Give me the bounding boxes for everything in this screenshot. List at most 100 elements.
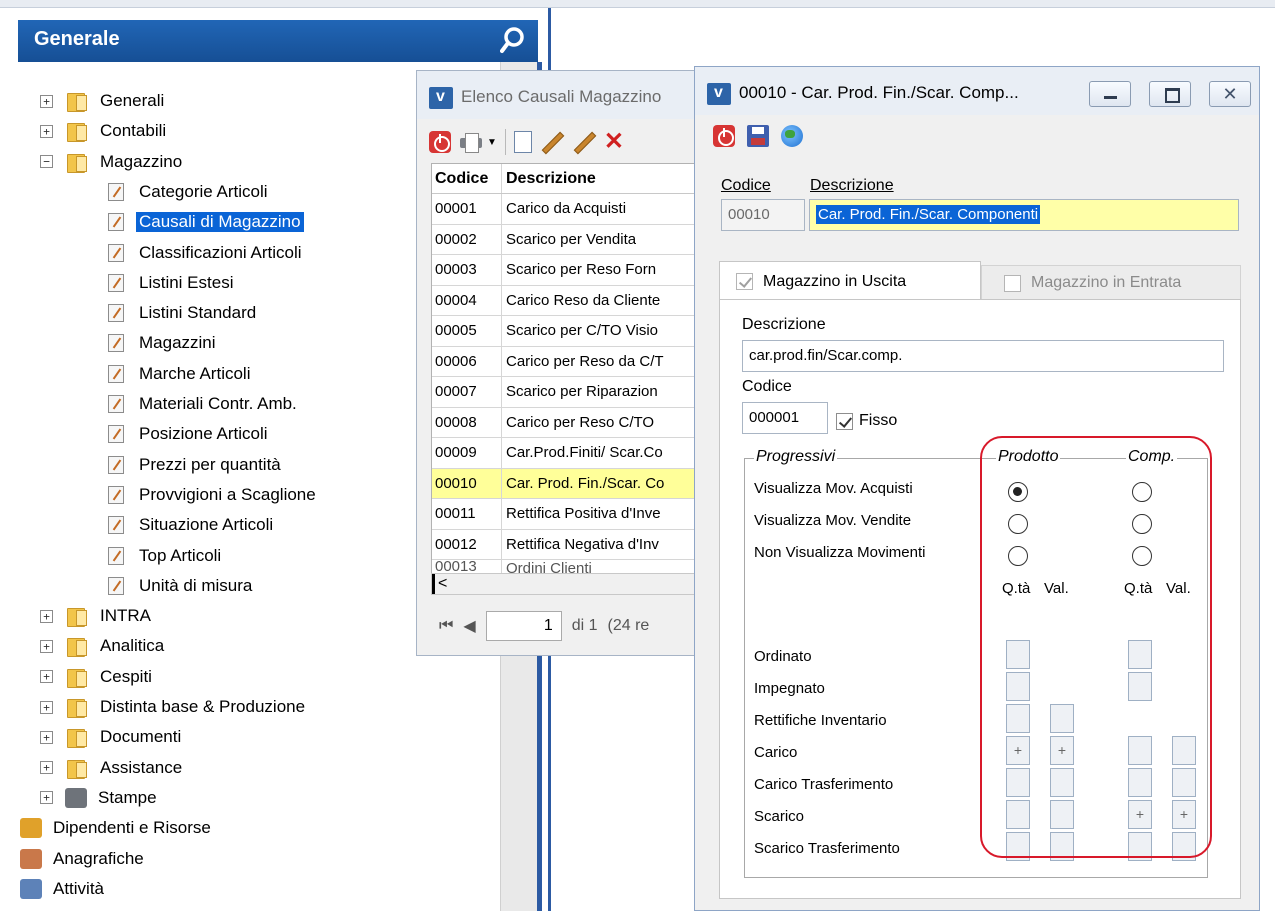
progressivo-checkbox[interactable]: + [1128,800,1152,829]
save-icon[interactable] [747,125,769,147]
column-header-codice[interactable]: Codice [432,164,502,193]
progressivo-checkbox[interactable] [1128,640,1152,669]
tree-item[interactable]: + Documenti [40,724,184,750]
table-row[interactable]: 00008 Carico per Reso C/TO [432,407,710,438]
globe-icon[interactable] [781,125,803,147]
expand-icon[interactable]: + [40,670,53,684]
tree-item[interactable]: + Cespiti [40,664,155,690]
chevron-down-icon[interactable]: ▼ [487,137,497,148]
expand-icon[interactable]: + [40,124,53,138]
tab-uscita-checkbox[interactable] [736,273,753,290]
progressivo-checkbox[interactable]: + [1006,736,1030,765]
expand-icon[interactable]: + [40,791,53,805]
progressivo-checkbox[interactable] [1006,800,1030,829]
tree-item[interactable]: − Magazzino [40,149,185,175]
tree-item[interactable]: Prezzi per quantità [108,452,284,478]
tab-magazzino-uscita[interactable]: Magazzino in Uscita [719,261,981,301]
list-window-titlebar[interactable]: Elenco Causali Magazzino [417,71,715,119]
expand-icon[interactable]: + [40,730,53,744]
tree-item[interactable]: + Analitica [40,633,167,659]
search-icon[interactable] [500,26,526,54]
tree-item[interactable]: + Contabili [40,118,169,144]
table-row[interactable]: 00009 Car.Prod.Finiti/ Scar.Co [432,438,710,469]
panel-descrizione-field[interactable]: car.prod.fin/Scar.comp. [742,340,1224,372]
tree-item[interactable]: + Distinta base & Produzione [40,694,308,720]
tree-item[interactable]: Unità di misura [108,573,255,599]
tree-item[interactable]: Categorie Articoli [108,179,271,205]
tab-magazzino-entrata[interactable]: Magazzino in Entrata [981,265,1241,301]
comp-radio[interactable] [1132,514,1152,534]
tree-item[interactable]: Attività [20,876,107,902]
tree-item[interactable]: Causali di Magazzino [108,209,304,235]
collapse-icon[interactable]: − [40,155,53,169]
prodotto-radio[interactable] [1008,482,1028,502]
table-row[interactable]: 00002 Scarico per Vendita [432,224,710,255]
table-row[interactable]: 00006 Carico per Reso da C/T [432,346,710,377]
horizontal-scrollbar[interactable]: < [431,573,711,595]
codice-field[interactable]: 00010 [721,199,805,231]
table-row[interactable]: 00012 Rettifica Negativa d'Inv [432,529,710,560]
delete-icon[interactable]: ✕ [604,130,624,154]
printer-icon[interactable] [459,131,483,153]
table-row[interactable]: 00011 Rettifica Positiva d'Inve [432,499,710,530]
progressivo-checkbox[interactable] [1172,736,1196,765]
tree-item[interactable]: + INTRA [40,603,154,629]
close-button[interactable]: ✕ [1209,81,1251,107]
table-row[interactable]: 00007 Scarico per Riparazion [432,377,710,408]
progressivo-checkbox[interactable] [1128,832,1152,861]
tree-item[interactable]: + Stampe [40,785,160,811]
table-row[interactable]: 00010 Car. Prod. Fin./Scar. Co [432,468,710,499]
table-row[interactable]: 00003 Scarico per Reso Forn [432,255,710,286]
progressivo-checkbox[interactable] [1128,736,1152,765]
progressivo-checkbox[interactable] [1006,768,1030,797]
expand-icon[interactable]: + [40,639,53,653]
progressivo-checkbox[interactable] [1128,672,1152,701]
tree-item[interactable]: Provvigioni a Scaglione [108,482,319,508]
detail-window-titlebar[interactable]: 00010 - Car. Prod. Fin./Scar. Comp... ✕ [695,67,1259,115]
page-input[interactable]: 1 [485,611,562,641]
descrizione-field[interactable]: Car. Prod. Fin./Scar. Componenti [809,199,1239,231]
tree-item[interactable]: + Assistance [40,755,185,781]
tree-item[interactable]: Anagrafiche [20,846,147,872]
progressivo-checkbox[interactable]: + [1172,800,1196,829]
tree-item[interactable]: Dipendenti e Risorse [20,815,214,841]
tree-item[interactable]: Top Articoli [108,543,224,569]
progressivo-checkbox[interactable] [1006,704,1030,733]
progressivo-checkbox[interactable] [1050,704,1074,733]
tree-item[interactable]: Classificazioni Articoli [108,240,305,266]
tree-item[interactable]: Materiali Contr. Amb. [108,391,300,417]
tree-item[interactable]: Marche Articoli [108,361,253,387]
panel-codice-field[interactable]: 000001 [742,402,828,434]
scroll-left-icon[interactable]: < [438,575,447,592]
expand-icon[interactable]: + [40,700,53,714]
power-icon[interactable] [429,131,451,153]
comp-radio[interactable] [1132,482,1152,502]
tab-entrata-checkbox[interactable] [1004,274,1021,292]
previous-page-icon[interactable]: ◀ [463,616,475,636]
prodotto-radio[interactable] [1008,514,1028,534]
expand-icon[interactable]: + [40,94,53,108]
edit-multiple-icon[interactable] [572,130,596,154]
progressivo-checkbox[interactable] [1006,832,1030,861]
table-row[interactable]: 00004 Carico Reso da Cliente [432,285,710,316]
progressivo-checkbox[interactable] [1050,800,1074,829]
tree-item[interactable]: + Generali [40,88,167,114]
table-row[interactable]: 00001 Carico da Acquisti [432,194,710,225]
progressivo-checkbox[interactable] [1050,832,1074,861]
minimize-button[interactable] [1089,81,1131,107]
progressivo-checkbox[interactable] [1006,640,1030,669]
expand-icon[interactable]: + [40,609,53,623]
progressivo-checkbox[interactable] [1172,832,1196,861]
tree-item[interactable]: Magazzini [108,330,219,356]
new-document-icon[interactable] [513,131,532,153]
tree-item[interactable]: Posizione Articoli [108,421,271,447]
power-icon[interactable] [713,125,735,147]
table-row[interactable]: 00013 Ordini Clienti [432,560,710,574]
tree-item[interactable]: Listini Standard [108,300,259,326]
table-row[interactable]: 00005 Scarico per C/TO Visio [432,316,710,347]
comp-radio[interactable] [1132,546,1152,566]
expand-icon[interactable]: + [40,761,53,775]
maximize-button[interactable] [1149,81,1191,107]
prodotto-radio[interactable] [1008,546,1028,566]
tree-item[interactable]: Listini Estesi [108,270,236,296]
